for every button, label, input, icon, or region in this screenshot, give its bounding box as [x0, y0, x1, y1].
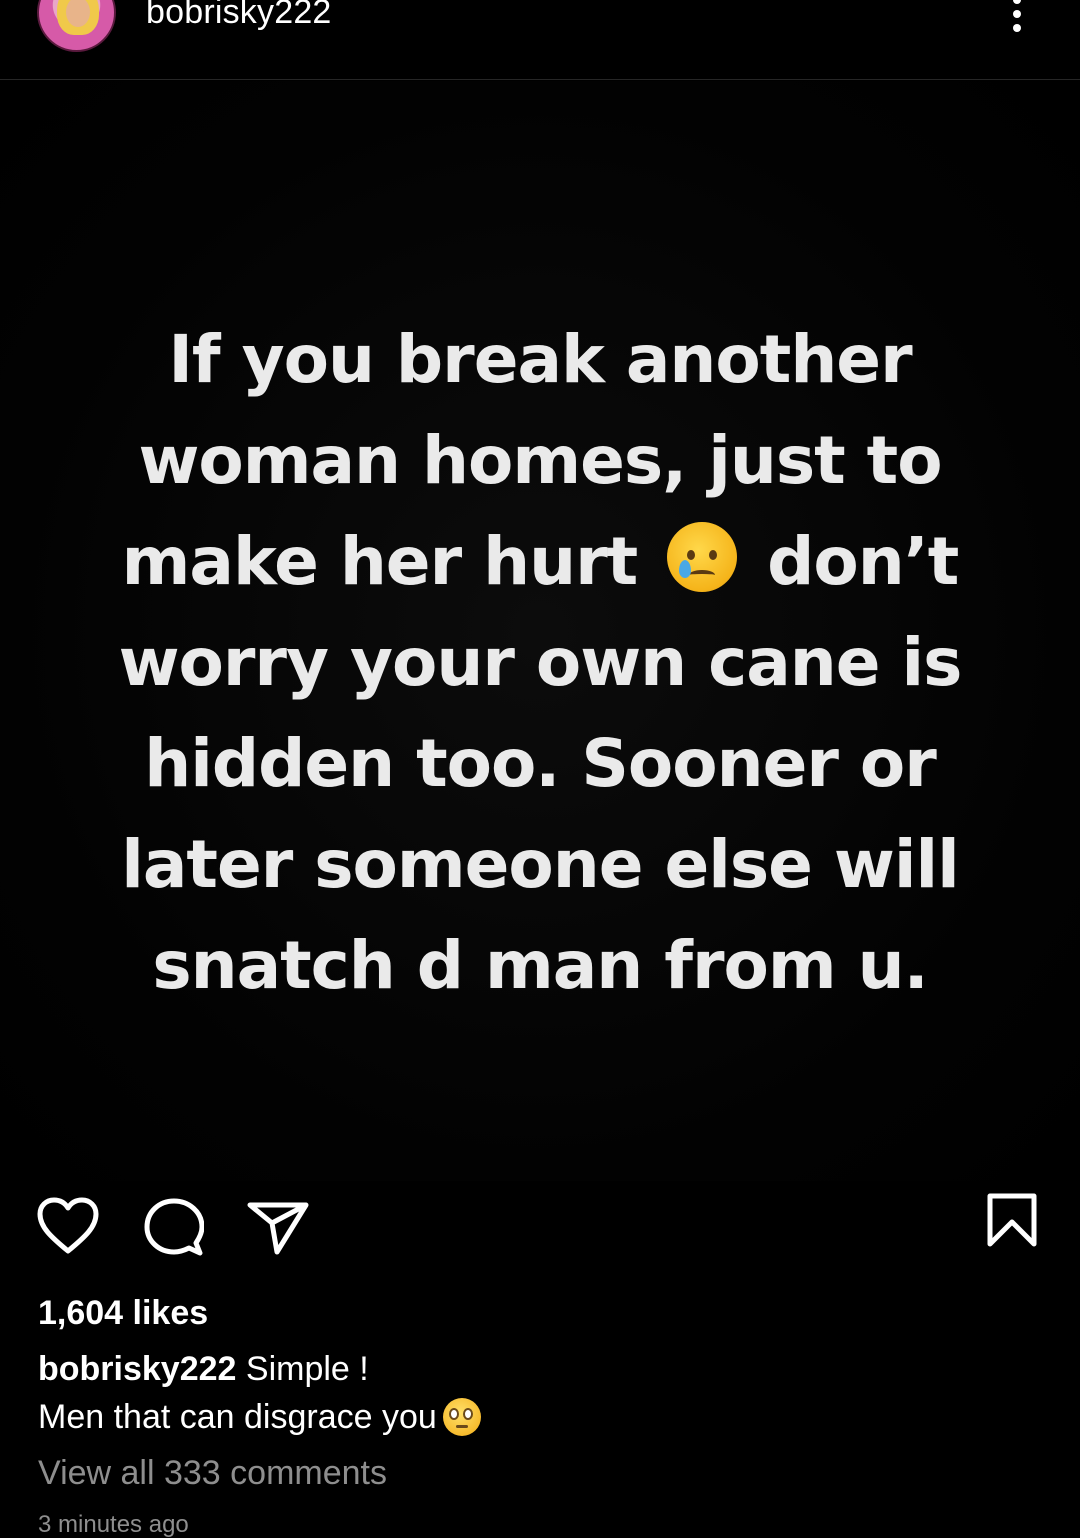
heart-icon[interactable]	[37, 1197, 99, 1255]
bookmark-icon[interactable]	[986, 1192, 1038, 1248]
action-bar	[0, 1185, 1080, 1265]
quote-line: later someone else will	[121, 826, 959, 903]
quote-line: worry your own cane is	[118, 624, 963, 701]
username[interactable]: bobrisky222	[146, 0, 332, 32]
quote-fragment: make her hurt	[121, 523, 639, 600]
caption-text: Simple !	[245, 1350, 369, 1388]
comment-icon[interactable]	[144, 1198, 204, 1256]
send-icon[interactable]	[247, 1201, 309, 1255]
quote-line: woman homes, just to	[138, 422, 942, 499]
quote-line: snatch d man from u.	[152, 927, 928, 1004]
eye-roll-emoji-icon	[442, 1398, 481, 1436]
post-image[interactable]: If you break another woman homes, just t…	[0, 81, 1080, 1181]
caption: bobrisky222 Simple ! Men that can disgra…	[38, 1345, 1038, 1441]
likes-count[interactable]: 1,604 likes	[38, 1292, 208, 1334]
crying-face-emoji-icon	[667, 522, 738, 592]
quote-line: hidden too. Sooner or	[144, 725, 937, 802]
quote-line-with-emoji: make her hurt don’t	[90, 511, 990, 612]
quote-line: If you break another	[168, 321, 912, 398]
quote-fragment: don’t	[767, 523, 959, 600]
more-options-icon[interactable]	[1006, 0, 1028, 36]
post-header: bobrisky222	[0, 0, 1080, 80]
caption-username[interactable]: bobrisky222	[38, 1350, 236, 1388]
quote-text: If you break another woman homes, just t…	[90, 309, 990, 1016]
timestamp: 3 minutes ago	[38, 1511, 189, 1538]
caption-text-line2: Men that can disgrace you	[38, 1398, 437, 1436]
view-comments-link[interactable]: View all 333 comments	[38, 1450, 387, 1496]
avatar[interactable]	[37, 0, 116, 52]
